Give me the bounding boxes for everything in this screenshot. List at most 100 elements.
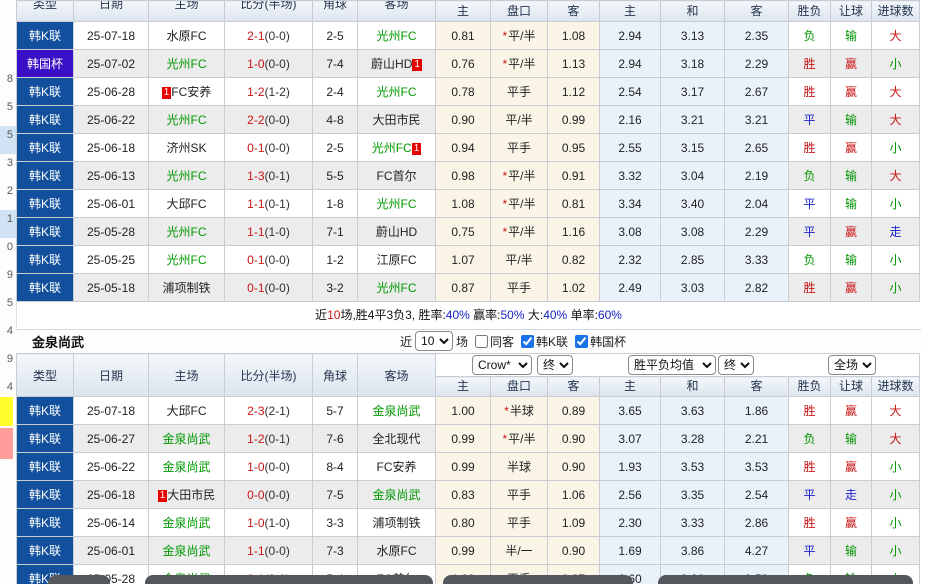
full-time-score: 0-1	[247, 140, 265, 155]
corners-cell: 7-4	[312, 49, 358, 78]
bottom-sheet-tab[interactable]	[145, 575, 433, 584]
same-venue-checkbox[interactable]	[475, 334, 489, 348]
league-badge: 韩K联	[16, 273, 74, 302]
col-score: 比分(半场)	[224, 0, 313, 22]
bookmaker-select[interactable]: Crow*	[472, 355, 532, 375]
ah-away-odds: 1.16	[547, 217, 600, 246]
col-type: 类型	[16, 0, 74, 22]
score-cell: 1-0(0-0)	[224, 49, 313, 78]
match-date: 25-06-14	[73, 508, 149, 537]
full-time-score: 1-0	[247, 56, 265, 71]
col-result: 胜负	[788, 376, 831, 397]
korea-cup-checkbox[interactable]	[575, 334, 589, 348]
eu-away-odds: 3.33	[724, 245, 789, 274]
bottom-sheet-tab[interactable]	[658, 575, 913, 584]
avg-odds-select[interactable]: 胜平负均值	[628, 355, 716, 375]
eu-home-odds: 2.94	[599, 21, 661, 50]
corners-cell: 2-5	[312, 21, 358, 50]
handicap-result-cell: 输	[830, 536, 872, 565]
korea-cup-filter[interactable]: 韩国杯	[568, 333, 626, 350]
corners-cell: 1-8	[312, 189, 358, 218]
ah-home-odds: 0.78	[435, 77, 491, 106]
odds-time-select-2[interactable]: 终	[718, 355, 754, 375]
half-time-score: (0-0)	[264, 543, 290, 558]
strip-digit: 8	[6, 73, 13, 85]
handicap-text: 平手	[506, 141, 531, 155]
eu-home-odds: 2.56	[599, 480, 661, 509]
handicap-text: 平手	[506, 85, 531, 99]
k-league-checkbox[interactable]	[521, 334, 535, 348]
half-time-score: (0-0)	[264, 112, 290, 127]
team-name: 金泉尚武	[372, 488, 421, 502]
eu-draw-odds: 3.86	[660, 536, 725, 565]
score-cell: 1-3(0-1)	[224, 161, 313, 190]
full-time-score: 1-0	[247, 459, 265, 474]
ah-home-odds: 0.99	[435, 424, 491, 453]
scope-select[interactable]: 全场	[828, 355, 876, 375]
goals-result-cell: 大	[870, 396, 921, 425]
handicap-result-cell: 赢	[830, 452, 872, 481]
team-name: 光州FC	[166, 169, 207, 183]
col-handicap-result: 让球	[830, 0, 872, 22]
handicap-cell: *平/半	[490, 21, 548, 50]
full-time-score: 1-1	[247, 543, 265, 558]
corners-cell: 5-7	[312, 396, 358, 425]
handicap-cell: 半球	[490, 452, 548, 481]
team-name: FC安养	[171, 85, 212, 99]
table-row: 韩K联 25-05-28 光州FC 1-1(1-0) 7-1 蔚山HD 0.75 *平/半 1.…	[16, 217, 920, 246]
eu-draw-odds: 3.40	[660, 189, 725, 218]
team-name: 全北现代	[372, 432, 421, 446]
team-name: 光州FC	[371, 141, 412, 155]
team-cell: 济州SK	[148, 133, 225, 162]
result-cell: 平	[788, 480, 831, 509]
team-name: 光州FC	[166, 225, 207, 239]
col-eu-home: 主	[599, 376, 661, 397]
score-cell: 1-0(0-0)	[224, 452, 313, 481]
full-time-score: 1-2	[247, 431, 265, 446]
eu-away-odds: 2.19	[724, 161, 789, 190]
recent-games-select[interactable]: 10	[415, 331, 454, 351]
table-row: 韩K联 25-06-01 大邱FC 1-1(0-1) 1-8 光州FC 1.08 *平/半 0.…	[16, 189, 920, 218]
match-date: 25-06-22	[73, 452, 149, 481]
bottom-sheet-tab[interactable]	[443, 575, 633, 584]
eu-away-odds: 2.04	[724, 189, 789, 218]
eu-home-odds: 2.49	[599, 273, 661, 302]
gwangju-fc-history-table: 类型 日期 主场 比分(半场) 角球 客场 主 盘口 客 主 和 客 胜负 让球…	[16, 0, 920, 302]
score-cell: 1-0(1-0)	[224, 508, 313, 537]
eu-away-odds: 2.54	[724, 480, 789, 509]
score-cell: 0-0(0-0)	[224, 480, 313, 509]
filter-controls: 近 10 场 同客 韩K联 韩国杯	[400, 331, 626, 351]
team-cell: 江原FC	[357, 245, 436, 274]
eu-draw-odds: 3.21	[660, 105, 725, 134]
col-corners: 角球	[312, 0, 358, 22]
same-venue-filter[interactable]: 同客	[468, 333, 514, 350]
red-card-badge: 1	[157, 490, 168, 502]
handicap-cell: *平/半	[490, 424, 548, 453]
col-eu-away: 客	[724, 0, 789, 22]
eu-home-odds: 2.55	[599, 133, 661, 162]
league-badge: 韩K联	[16, 217, 74, 246]
col-handicap: 盘口	[490, 376, 548, 397]
col-ah-away: 客	[547, 376, 600, 397]
col-home: 主场	[148, 353, 225, 397]
handicap-result-cell: 赢	[830, 49, 872, 78]
full-time-score: 1-3	[247, 168, 265, 183]
k-league-filter[interactable]: 韩K联	[514, 333, 568, 350]
odds-time-select[interactable]: 终	[537, 355, 573, 375]
col-eu-draw: 和	[660, 376, 725, 397]
league-badge: 韩K联	[16, 424, 74, 453]
bottom-sheet-tab[interactable]	[48, 575, 110, 584]
team-cell: 光州FC	[148, 245, 225, 274]
full-time-score: 0-0	[247, 487, 265, 502]
goals-result-cell: 走	[871, 217, 920, 246]
result-cell: 胜	[788, 508, 831, 537]
team-name: 金泉尚武	[372, 404, 421, 418]
red-card-badge: 1	[411, 143, 422, 155]
half-time-score: (1-0)	[264, 515, 290, 530]
early-odds-star: *	[502, 197, 508, 211]
ah-home-odds: 0.81	[435, 21, 491, 50]
score-cell: 2-3(2-1)	[224, 396, 313, 425]
handicap-result-cell: 赢	[830, 508, 872, 537]
left-strip: 8 5 5 3 2 1 0 9 5 4 9 4	[0, 0, 17, 584]
corners-cell: 3-2	[312, 273, 358, 302]
